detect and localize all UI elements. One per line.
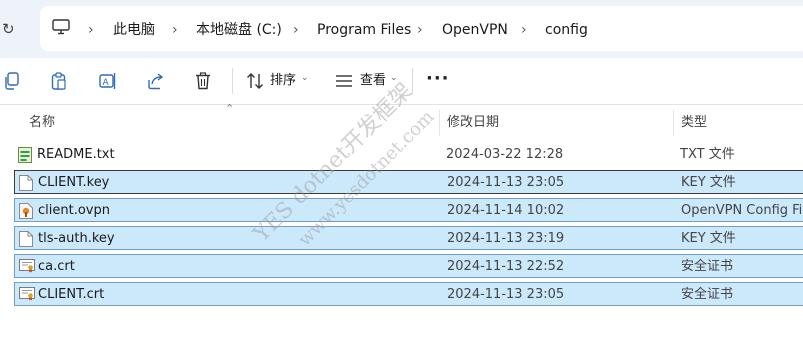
blank-file-icon (19, 231, 33, 247)
column-header-type[interactable]: 类型 (681, 114, 707, 132)
toolbar-divider (412, 68, 413, 94)
file-type: 安全证书 (681, 287, 734, 302)
sort-icon[interactable] (246, 72, 264, 90)
file-name: CLIENT.key (38, 175, 110, 190)
column-header-name[interactable]: 名称 (29, 114, 55, 132)
chevron-down-icon[interactable]: ⌄ (301, 73, 309, 83)
file-modified: 2024-11-13 23:05 (447, 175, 565, 190)
file-type: 安全证书 (681, 259, 734, 274)
text-file-icon (18, 147, 32, 163)
refresh-icon[interactable]: ↻ (2, 19, 18, 39)
column-divider[interactable] (439, 110, 440, 136)
chevron-down-icon[interactable]: ⌄ (390, 73, 398, 83)
breadcrumb-program-files[interactable]: Program Files (317, 20, 411, 40)
breadcrumb-this-pc[interactable]: 此电脑 (113, 20, 155, 40)
file-type: OpenVPN Config File (681, 203, 803, 218)
blank-file-icon (19, 175, 33, 191)
certificate-file-icon (19, 259, 35, 273)
breadcrumb-separator-icon[interactable]: › (88, 20, 94, 40)
file-modified: 2024-11-13 22:52 (447, 259, 565, 274)
breadcrumb-local-disk[interactable]: 本地磁盘 (C:) (196, 20, 282, 40)
column-divider[interactable] (673, 110, 674, 136)
more-options-button[interactable]: ··· (426, 68, 450, 89)
view-button[interactable]: 查看 (360, 72, 386, 90)
file-row[interactable]: tls-auth.key 2024-11-13 23:19 KEY 文件 (14, 226, 803, 250)
rename-icon[interactable]: A (99, 72, 117, 90)
breadcrumb-config[interactable]: config (545, 20, 588, 40)
share-icon[interactable] (147, 72, 165, 90)
paste-icon[interactable] (51, 72, 67, 90)
file-name: ca.crt (38, 259, 75, 274)
breadcrumb-separator-icon[interactable]: › (417, 20, 423, 40)
delete-icon[interactable] (195, 72, 211, 90)
file-row[interactable]: ca.crt 2024-11-13 22:52 安全证书 (14, 254, 803, 278)
file-name: CLIENT.crt (38, 287, 105, 302)
file-modified: 2024-11-13 23:05 (447, 287, 565, 302)
file-modified: 2024-11-14 10:02 (447, 203, 565, 218)
breadcrumb-separator-icon[interactable]: › (293, 20, 299, 40)
command-bar: A 排序 ⌄ 查看 ⌄ ··· (0, 58, 803, 105)
toolbar-divider (232, 68, 233, 94)
this-pc-icon[interactable] (52, 19, 70, 35)
file-modified: 2024-11-13 23:19 (447, 231, 565, 246)
svg-text:A: A (103, 78, 110, 88)
sort-button[interactable]: 排序 (270, 72, 296, 90)
ovpn-file-icon (19, 203, 33, 219)
column-header-modified[interactable]: 修改日期 (447, 114, 499, 132)
file-name: README.txt (37, 147, 115, 162)
breadcrumb-openvpn[interactable]: OpenVPN (442, 20, 508, 40)
file-type: KEY 文件 (681, 175, 736, 190)
certificate-file-icon (19, 287, 35, 301)
file-row[interactable]: CLIENT.crt 2024-11-13 23:05 安全证书 (14, 282, 803, 306)
file-row[interactable]: CLIENT.key 2024-11-13 23:05 KEY 文件 (14, 170, 803, 194)
breadcrumb-separator-icon[interactable]: › (172, 20, 178, 40)
file-type: KEY 文件 (681, 231, 736, 246)
sort-ascending-icon: ⌃ (225, 102, 235, 115)
file-type: TXT 文件 (680, 147, 735, 162)
copy-icon[interactable] (4, 72, 20, 90)
file-row[interactable]: client.ovpn 2024-11-14 10:02 OpenVPN Con… (14, 198, 803, 222)
file-name: tls-auth.key (38, 231, 115, 246)
file-modified: 2024-03-22 12:28 (446, 147, 564, 162)
breadcrumb-separator-icon[interactable]: › (521, 20, 527, 40)
view-icon[interactable] (335, 72, 353, 90)
file-row[interactable]: README.txt 2024-03-22 12:28 TXT 文件 (14, 143, 803, 167)
file-name: client.ovpn (38, 203, 110, 218)
